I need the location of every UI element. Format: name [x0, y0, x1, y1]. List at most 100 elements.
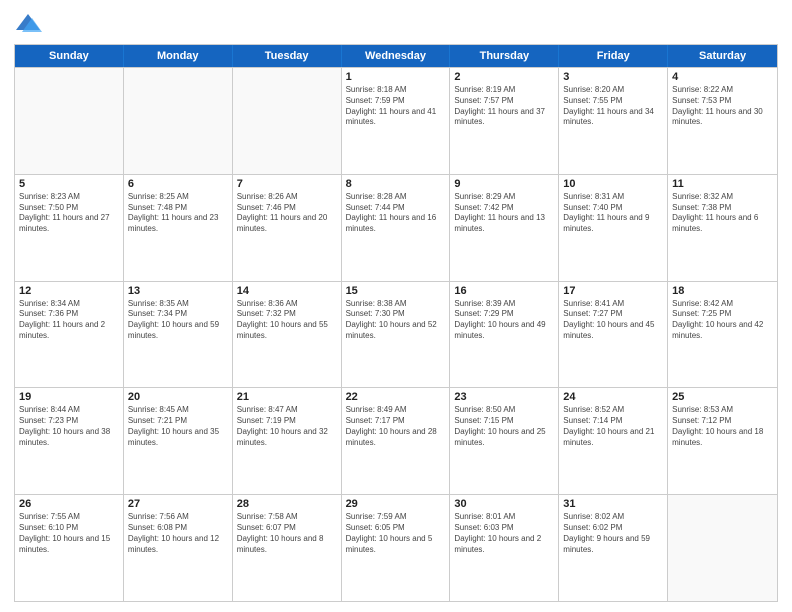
cal-cell-2-2: 6 Sunrise: 8:25 AM Sunset: 7:48 PM Daylig… — [124, 175, 233, 281]
cal-cell-1-2 — [124, 68, 233, 174]
cal-cell-5-6: 31 Sunrise: 8:02 AM Sunset: 6:02 PM Dayli… — [559, 495, 668, 601]
cell-text: Sunrise: 8:52 AM Sunset: 7:14 PM Dayligh… — [563, 405, 663, 448]
cal-cell-1-3 — [233, 68, 342, 174]
calendar: SundayMondayTuesdayWednesdayThursdayFrid… — [14, 44, 778, 602]
cal-cell-3-3: 14 Sunrise: 8:36 AM Sunset: 7:32 PM Dayli… — [233, 282, 342, 388]
cal-cell-5-1: 26 Sunrise: 7:55 AM Sunset: 6:10 PM Dayli… — [15, 495, 124, 601]
cal-cell-1-6: 3Sunrise: 8:20 AM Sunset: 7:55 PM Daylig… — [559, 68, 668, 174]
cal-cell-1-4: 1 Sunrise: 8:18 AM Sunset: 7:59 PM Daylig… — [342, 68, 451, 174]
cal-cell-2-3: 7Sunrise: 8:26 AM Sunset: 7:46 PM Daylig… — [233, 175, 342, 281]
cal-cell-3-1: 12Sunrise: 8:34 AM Sunset: 7:36 PM Dayli… — [15, 282, 124, 388]
day-number: 19 — [19, 391, 119, 403]
cal-cell-1-7: 4 Sunrise: 8:22 AM Sunset: 7:53 PM Daylig… — [668, 68, 777, 174]
cal-cell-4-1: 19 Sunrise: 8:44 AM Sunset: 7:23 PM Dayli… — [15, 388, 124, 494]
cal-cell-5-5: 30Sunrise: 8:01 AM Sunset: 6:03 PM Dayli… — [450, 495, 559, 601]
cal-week-4: 19 Sunrise: 8:44 AM Sunset: 7:23 PM Dayli… — [15, 387, 777, 494]
day-number: 23 — [454, 391, 554, 403]
day-number: 6 — [128, 178, 228, 190]
day-number: 8 — [346, 178, 446, 190]
cell-text: Sunrise: 8:49 AM Sunset: 7:17 PM Dayligh… — [346, 405, 446, 448]
cal-cell-4-4: 22 Sunrise: 8:49 AM Sunset: 7:17 PM Dayli… — [342, 388, 451, 494]
day-number: 18 — [672, 285, 773, 297]
cal-cell-4-2: 20 Sunrise: 8:45 AM Sunset: 7:21 PM Dayli… — [124, 388, 233, 494]
cell-text: Sunrise: 8:22 AM Sunset: 7:53 PM Dayligh… — [672, 85, 773, 128]
cell-text: Sunrise: 8:31 AM Sunset: 7:40 PM Dayligh… — [563, 192, 663, 235]
cell-text: Sunrise: 8:45 AM Sunset: 7:21 PM Dayligh… — [128, 405, 228, 448]
cal-header-friday: Friday — [559, 45, 668, 67]
day-number: 22 — [346, 391, 446, 403]
day-number: 9 — [454, 178, 554, 190]
cell-text: Sunrise: 8:25 AM Sunset: 7:48 PM Dayligh… — [128, 192, 228, 235]
cal-cell-3-4: 15Sunrise: 8:38 AM Sunset: 7:30 PM Dayli… — [342, 282, 451, 388]
cal-cell-3-6: 17 Sunrise: 8:41 AM Sunset: 7:27 PM Dayli… — [559, 282, 668, 388]
cal-cell-2-6: 10Sunrise: 8:31 AM Sunset: 7:40 PM Dayli… — [559, 175, 668, 281]
page-header — [14, 10, 778, 38]
cal-cell-4-5: 23 Sunrise: 8:50 AM Sunset: 7:15 PM Dayli… — [450, 388, 559, 494]
day-number: 14 — [237, 285, 337, 297]
day-number: 27 — [128, 498, 228, 510]
day-number: 25 — [672, 391, 773, 403]
cell-text: Sunrise: 8:20 AM Sunset: 7:55 PM Dayligh… — [563, 85, 663, 128]
cell-text: Sunrise: 8:44 AM Sunset: 7:23 PM Dayligh… — [19, 405, 119, 448]
cell-text: Sunrise: 8:01 AM Sunset: 6:03 PM Dayligh… — [454, 512, 554, 555]
day-number: 11 — [672, 178, 773, 190]
cal-cell-2-7: 11Sunrise: 8:32 AM Sunset: 7:38 PM Dayli… — [668, 175, 777, 281]
cell-text: Sunrise: 8:38 AM Sunset: 7:30 PM Dayligh… — [346, 299, 446, 342]
day-number: 1 — [346, 71, 446, 83]
cal-week-5: 26 Sunrise: 7:55 AM Sunset: 6:10 PM Dayli… — [15, 494, 777, 601]
cell-text: Sunrise: 8:28 AM Sunset: 7:44 PM Dayligh… — [346, 192, 446, 235]
day-number: 17 — [563, 285, 663, 297]
cell-text: Sunrise: 8:36 AM Sunset: 7:32 PM Dayligh… — [237, 299, 337, 342]
cell-text: Sunrise: 8:41 AM Sunset: 7:27 PM Dayligh… — [563, 299, 663, 342]
logo — [14, 10, 46, 38]
day-number: 29 — [346, 498, 446, 510]
day-number: 21 — [237, 391, 337, 403]
cell-text: Sunrise: 7:55 AM Sunset: 6:10 PM Dayligh… — [19, 512, 119, 555]
day-number: 16 — [454, 285, 554, 297]
calendar-header-row: SundayMondayTuesdayWednesdayThursdayFrid… — [15, 45, 777, 67]
cal-cell-3-2: 13Sunrise: 8:35 AM Sunset: 7:34 PM Dayli… — [124, 282, 233, 388]
cal-cell-4-7: 25 Sunrise: 8:53 AM Sunset: 7:12 PM Dayli… — [668, 388, 777, 494]
cell-text: Sunrise: 8:50 AM Sunset: 7:15 PM Dayligh… — [454, 405, 554, 448]
day-number: 24 — [563, 391, 663, 403]
cal-header-monday: Monday — [124, 45, 233, 67]
calendar-body: 1 Sunrise: 8:18 AM Sunset: 7:59 PM Daylig… — [15, 67, 777, 601]
cal-cell-1-1 — [15, 68, 124, 174]
cell-text: Sunrise: 8:19 AM Sunset: 7:57 PM Dayligh… — [454, 85, 554, 128]
cell-text: Sunrise: 8:29 AM Sunset: 7:42 PM Dayligh… — [454, 192, 554, 235]
cell-text: Sunrise: 8:02 AM Sunset: 6:02 PM Dayligh… — [563, 512, 663, 555]
day-number: 4 — [672, 71, 773, 83]
cal-cell-3-7: 18 Sunrise: 8:42 AM Sunset: 7:25 PM Dayli… — [668, 282, 777, 388]
cal-header-sunday: Sunday — [15, 45, 124, 67]
cell-text: Sunrise: 7:56 AM Sunset: 6:08 PM Dayligh… — [128, 512, 228, 555]
day-number: 2 — [454, 71, 554, 83]
cell-text: Sunrise: 8:42 AM Sunset: 7:25 PM Dayligh… — [672, 299, 773, 342]
cal-header-saturday: Saturday — [668, 45, 777, 67]
cell-text: Sunrise: 8:53 AM Sunset: 7:12 PM Dayligh… — [672, 405, 773, 448]
cal-header-tuesday: Tuesday — [233, 45, 342, 67]
cal-cell-5-7 — [668, 495, 777, 601]
cal-week-2: 5Sunrise: 8:23 AM Sunset: 7:50 PM Daylig… — [15, 174, 777, 281]
cal-week-1: 1 Sunrise: 8:18 AM Sunset: 7:59 PM Daylig… — [15, 67, 777, 174]
cal-cell-1-5: 2 Sunrise: 8:19 AM Sunset: 7:57 PM Daylig… — [450, 68, 559, 174]
cal-cell-4-3: 21 Sunrise: 8:47 AM Sunset: 7:19 PM Dayli… — [233, 388, 342, 494]
cell-text: Sunrise: 8:23 AM Sunset: 7:50 PM Dayligh… — [19, 192, 119, 235]
page-container: SundayMondayTuesdayWednesdayThursdayFrid… — [0, 0, 792, 612]
cell-text: Sunrise: 8:26 AM Sunset: 7:46 PM Dayligh… — [237, 192, 337, 235]
day-number: 20 — [128, 391, 228, 403]
logo-icon — [14, 10, 42, 38]
cal-cell-5-3: 28Sunrise: 7:58 AM Sunset: 6:07 PM Dayli… — [233, 495, 342, 601]
cal-cell-2-1: 5Sunrise: 8:23 AM Sunset: 7:50 PM Daylig… — [15, 175, 124, 281]
day-number: 12 — [19, 285, 119, 297]
day-number: 28 — [237, 498, 337, 510]
cal-cell-5-2: 27 Sunrise: 7:56 AM Sunset: 6:08 PM Dayli… — [124, 495, 233, 601]
cal-cell-2-5: 9 Sunrise: 8:29 AM Sunset: 7:42 PM Daylig… — [450, 175, 559, 281]
cal-cell-3-5: 16Sunrise: 8:39 AM Sunset: 7:29 PM Dayli… — [450, 282, 559, 388]
cal-cell-4-6: 24 Sunrise: 8:52 AM Sunset: 7:14 PM Dayli… — [559, 388, 668, 494]
cell-text: Sunrise: 8:47 AM Sunset: 7:19 PM Dayligh… — [237, 405, 337, 448]
cal-cell-2-4: 8 Sunrise: 8:28 AM Sunset: 7:44 PM Daylig… — [342, 175, 451, 281]
cell-text: Sunrise: 7:59 AM Sunset: 6:05 PM Dayligh… — [346, 512, 446, 555]
cell-text: Sunrise: 8:18 AM Sunset: 7:59 PM Dayligh… — [346, 85, 446, 128]
day-number: 26 — [19, 498, 119, 510]
day-number: 31 — [563, 498, 663, 510]
